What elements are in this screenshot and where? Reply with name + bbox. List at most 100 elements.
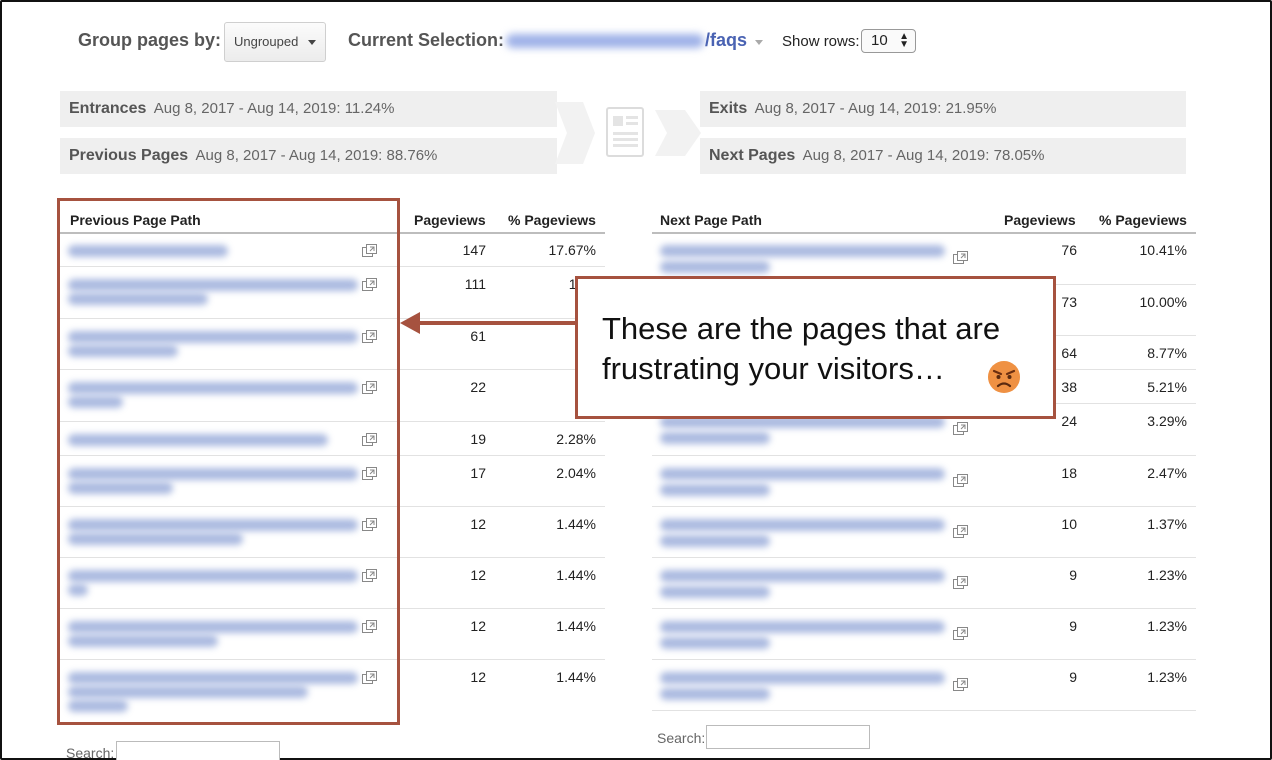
- prev-pct-cell: 1.44%: [556, 516, 596, 532]
- entrances-summary: Entrances Aug 8, 2017 - Aug 14, 2019: 11…: [60, 91, 557, 127]
- open-external-icon[interactable]: [953, 474, 968, 487]
- prev-pct-cell: 17.67%: [548, 242, 596, 258]
- next-page-path-blurred[interactable]: [660, 637, 770, 649]
- next-page-path-blurred[interactable]: [660, 688, 770, 700]
- next-row-divider: [652, 506, 1196, 507]
- callout-arrow-shaft: [418, 321, 575, 325]
- show-rows-select[interactable]: 10 ▲ ▼: [861, 29, 916, 53]
- prev-pageviews-cell: 61: [470, 328, 486, 344]
- prev-pageviews-header[interactable]: Pageviews: [414, 212, 486, 228]
- prev-pageviews-cell: 17: [470, 465, 486, 481]
- prev-pct-cell: 1.44%: [556, 669, 596, 685]
- next-header-divider: [652, 232, 1196, 234]
- next-pageviews-cell: 76: [1061, 242, 1077, 258]
- annotation-callout: These are the pages that are frustrating…: [575, 276, 1056, 419]
- stepper-arrows-icon: ▲ ▼: [899, 31, 909, 50]
- next-pageviews-header[interactable]: Pageviews: [1004, 212, 1076, 228]
- prev-pageviews-cell: 12: [470, 516, 486, 532]
- entrances-label: Entrances: [69, 100, 147, 117]
- next-pct-cell: 10.41%: [1139, 242, 1187, 258]
- next-pct-cell: 10.00%: [1139, 294, 1187, 310]
- next-pageviews-cell: 9: [1069, 618, 1077, 634]
- next-row-divider: [652, 455, 1196, 456]
- next-page-path-blurred[interactable]: [660, 570, 945, 582]
- next-pct-cell: 1.23%: [1147, 567, 1187, 583]
- prev-pct-header[interactable]: % Pageviews: [508, 212, 596, 228]
- page-flow-icon: [555, 102, 701, 164]
- previous-pages-summary: Previous Pages Aug 8, 2017 - Aug 14, 201…: [60, 138, 557, 174]
- exits-label: Exits: [709, 100, 748, 117]
- angry-face-icon: [988, 361, 1020, 393]
- group-pages-select[interactable]: Ungrouped: [224, 22, 326, 62]
- group-pages-label: Group pages by:: [78, 30, 222, 50]
- next-pageviews-cell: 9: [1069, 669, 1077, 685]
- prev-search-input[interactable]: [116, 741, 280, 760]
- next-pct-cell: 1.23%: [1147, 669, 1187, 685]
- next-page-path-blurred[interactable]: [660, 621, 945, 633]
- prev-pct-cell: 1.44%: [556, 618, 596, 634]
- next-pageviews-cell: 18: [1061, 465, 1077, 481]
- exits-value: Aug 8, 2017 - Aug 14, 2019: 21.95%: [754, 100, 997, 117]
- next-pages-value: Aug 8, 2017 - Aug 14, 2019: 78.05%: [802, 147, 1045, 164]
- next-pct-cell: 5.21%: [1147, 379, 1187, 395]
- current-selection-path[interactable]: /faqs: [705, 30, 747, 51]
- callout-text: These are the pages that are frustrating…: [602, 309, 1002, 389]
- prev-pct-cell: 2.04%: [556, 465, 596, 481]
- next-pct-cell: 1.37%: [1147, 516, 1187, 532]
- next-pages-label: Next Pages: [709, 147, 796, 164]
- next-pct-cell: 8.77%: [1147, 345, 1187, 361]
- next-path-header[interactable]: Next Page Path: [660, 212, 762, 228]
- prev-pageviews-cell: 12: [470, 618, 486, 634]
- next-pct-header[interactable]: % Pageviews: [1099, 212, 1187, 228]
- prev-pageviews-cell: 12: [470, 669, 486, 685]
- next-pct-cell: 3.29%: [1147, 413, 1187, 429]
- next-row-divider: [652, 710, 1196, 711]
- callout-line-1: These are the pages that are: [602, 311, 1001, 346]
- callout-arrow-head-icon: [400, 312, 420, 334]
- next-page-path-blurred[interactable]: [660, 519, 945, 531]
- show-rows-value: 10: [871, 32, 888, 49]
- next-search-label: Search:: [657, 730, 706, 746]
- callout-line-2: frustrating your visitors…: [602, 351, 945, 386]
- current-selection-domain-blurred: [506, 34, 704, 48]
- prev-pageviews-cell: 147: [462, 242, 486, 258]
- next-row-divider: [652, 659, 1196, 660]
- next-pageviews-cell: 9: [1069, 567, 1077, 583]
- prev-pageviews-cell: 12: [470, 567, 486, 583]
- next-page-path-blurred[interactable]: [660, 261, 770, 273]
- prev-pct-cell: 1.44%: [556, 567, 596, 583]
- next-pct-cell: 2.47%: [1147, 465, 1187, 481]
- next-search-input[interactable]: [706, 725, 870, 749]
- prev-search-label: Search:: [66, 745, 115, 760]
- next-page-path-blurred[interactable]: [660, 484, 770, 496]
- previous-pages-label: Previous Pages: [69, 147, 189, 164]
- next-page-path-blurred[interactable]: [660, 672, 945, 684]
- group-pages-value: Ungrouped: [234, 34, 299, 49]
- next-page-path-blurred[interactable]: [660, 586, 770, 598]
- previous-pages-value: Aug 8, 2017 - Aug 14, 2019: 88.76%: [195, 147, 438, 164]
- prev-pageviews-cell: 22: [470, 379, 486, 395]
- next-row-divider: [652, 608, 1196, 609]
- open-external-icon[interactable]: [953, 525, 968, 538]
- current-selection-label: Current Selection:: [348, 30, 505, 50]
- open-external-icon[interactable]: [953, 422, 968, 435]
- next-pct-cell: 1.23%: [1147, 618, 1187, 634]
- next-row-divider: [652, 557, 1196, 558]
- open-external-icon[interactable]: [953, 251, 968, 264]
- prev-pageviews-cell: 19: [470, 431, 486, 447]
- open-external-icon[interactable]: [953, 576, 968, 589]
- next-pages-summary: Next Pages Aug 8, 2017 - Aug 14, 2019: 7…: [700, 138, 1186, 174]
- next-page-path-blurred[interactable]: [660, 245, 945, 257]
- chevron-down-icon: [308, 40, 316, 45]
- prev-pct-cell: 2.28%: [556, 431, 596, 447]
- next-page-path-blurred[interactable]: [660, 535, 770, 547]
- next-page-path-blurred[interactable]: [660, 468, 945, 480]
- next-page-path-blurred[interactable]: [660, 432, 770, 444]
- show-rows-label: Show rows:: [782, 33, 860, 50]
- open-external-icon[interactable]: [953, 627, 968, 640]
- previous-pages-highlight: [57, 198, 400, 725]
- current-selection-chevron-icon[interactable]: [755, 40, 763, 45]
- open-external-icon[interactable]: [953, 678, 968, 691]
- next-pageviews-cell: 10: [1061, 516, 1077, 532]
- exits-summary: Exits Aug 8, 2017 - Aug 14, 2019: 21.95%: [700, 91, 1186, 127]
